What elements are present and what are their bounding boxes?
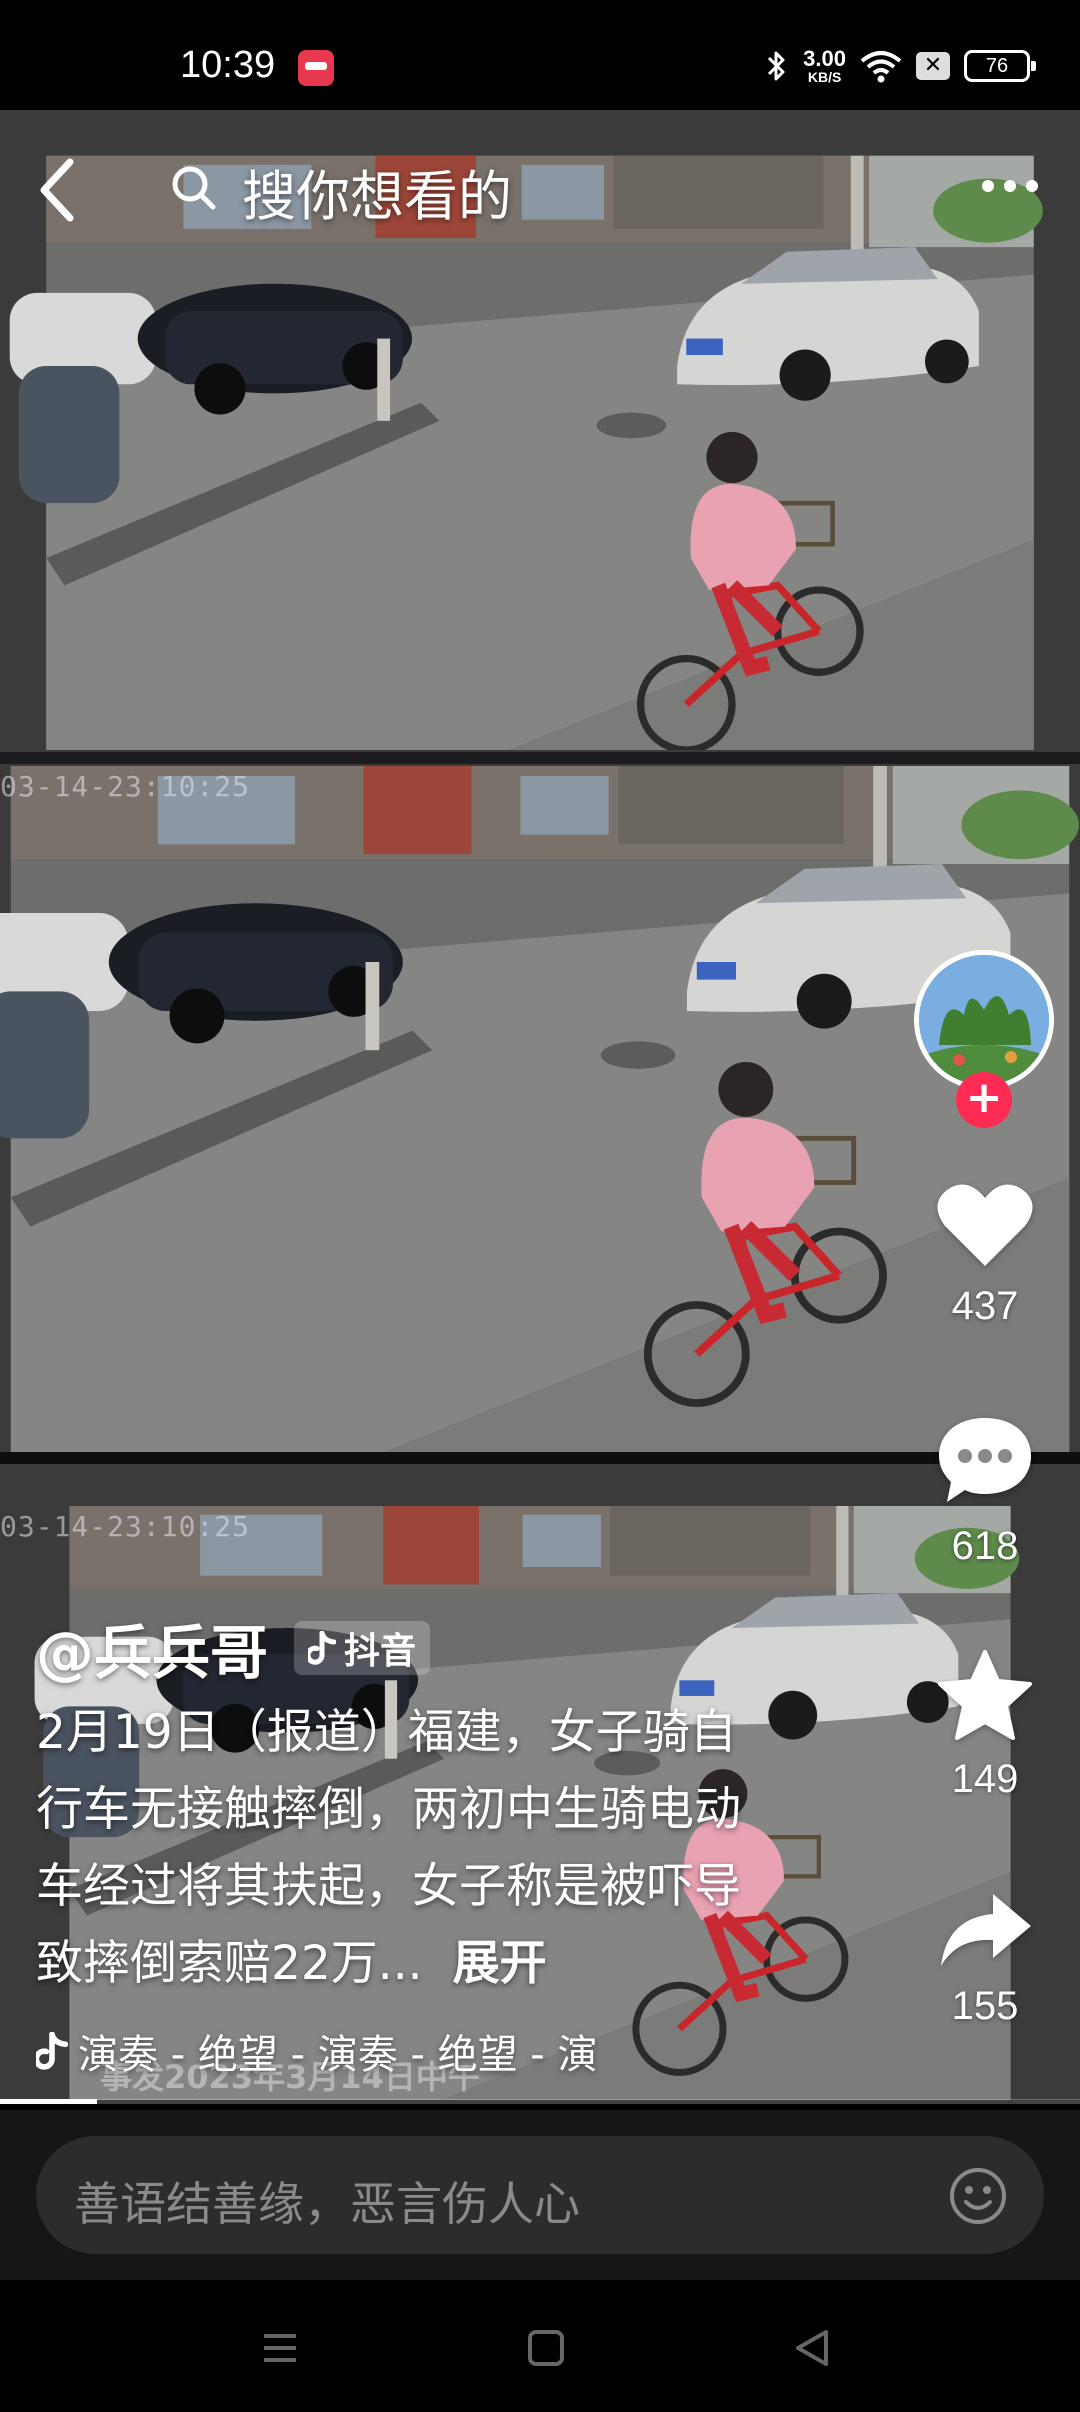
back-button[interactable]: [30, 150, 90, 230]
wifi-icon: [860, 51, 902, 83]
music-title: 演奏 - 绝望 - 演奏 - 绝望 - 演: [78, 2032, 598, 2078]
video-frame-1: [0, 110, 1080, 750]
back-triangle-icon[interactable]: [790, 2326, 834, 2370]
comment-button[interactable]: 618: [920, 1410, 1050, 1569]
author-name[interactable]: @兵兵哥: [36, 1606, 268, 1690]
music-row[interactable]: 演奏 - 绝望 - 演奏 - 绝望 - 演: [36, 2022, 676, 2080]
home-square-icon[interactable]: [524, 2326, 568, 2370]
video-frame-2: 03-14-23:10:25: [0, 766, 1080, 1452]
search-icon[interactable]: [170, 164, 218, 212]
network-speed: 3.00 KB/S: [803, 46, 846, 85]
avatar[interactable]: [914, 950, 1054, 1090]
network-speed-unit: KB/S: [807, 69, 842, 85]
tiktok-note-icon: [308, 1631, 337, 1665]
caption-text: 2月19日（报道）福建，女子骑自行车无接触摔倒，两初中生骑电动车经过将其扶起，女…: [36, 1705, 741, 1991]
frame-divider: [0, 752, 1080, 764]
music-note-icon: [36, 2032, 68, 2070]
more-icon[interactable]: [980, 176, 1040, 196]
status-icons: 3.00 KB/S ✕ 76: [765, 44, 1036, 88]
app-indicator-icon: [298, 50, 334, 86]
star-icon: [938, 1650, 1032, 1740]
share-button[interactable]: 155: [920, 1890, 1050, 2029]
battery-level: 76: [985, 55, 1009, 77]
comment-count: 618: [951, 1524, 1019, 1568]
platform-tag: 抖音: [294, 1621, 431, 1675]
author-avatar-button[interactable]: [914, 950, 1054, 1090]
camera-timestamp: 03-14-23:10:25: [0, 1510, 251, 1543]
battery-icon: 76: [964, 50, 1036, 82]
clock: 10:39: [180, 44, 276, 86]
camera-timestamp: 03-14-23:10:25: [0, 770, 251, 803]
sim-off-icon: ✕: [916, 52, 950, 80]
comment-input[interactable]: 善语结善缘，恶言伤人心: [36, 2136, 1044, 2254]
comment-icon: [939, 1418, 1031, 1502]
like-count: 437: [951, 1284, 1019, 1328]
emoji-icon[interactable]: [948, 2166, 1008, 2226]
status-bar: 10:39 3.00 KB/S ✕ 76: [0, 0, 1080, 110]
frame-divider: [0, 1452, 1080, 1464]
favorite-count: 149: [951, 1757, 1019, 1801]
search-input[interactable]: 搜你想看的: [242, 152, 512, 231]
video-progress-fill: [0, 2099, 98, 2104]
bluetooth-icon: [768, 51, 785, 81]
expand-button[interactable]: 展开: [453, 1936, 547, 1991]
recents-menu-icon[interactable]: [258, 2326, 302, 2370]
platform-name: 抖音: [344, 1631, 417, 1672]
system-nav-bar: [0, 2280, 1080, 2412]
share-count: 155: [951, 1984, 1019, 2028]
video-progress-bar[interactable]: [0, 2099, 1080, 2104]
like-button[interactable]: 437: [920, 1180, 1050, 1329]
heart-icon: [937, 1184, 1033, 1266]
author-row: @兵兵哥 抖音: [36, 1606, 431, 1690]
share-arrow-icon: [941, 1894, 1031, 1966]
comment-placeholder: 善语结善缘，恶言伤人心: [74, 2177, 580, 2231]
follow-button[interactable]: +: [956, 1072, 1012, 1128]
favorite-button[interactable]: 149: [920, 1648, 1050, 1802]
video-caption: 2月19日（报道）福建，女子骑自行车无接触摔倒，两初中生骑电动车经过将其扶起，女…: [36, 1694, 776, 2002]
network-speed-value: 3.00: [803, 46, 846, 71]
comment-bar: 善语结善缘，恶言伤人心: [0, 2110, 1080, 2280]
